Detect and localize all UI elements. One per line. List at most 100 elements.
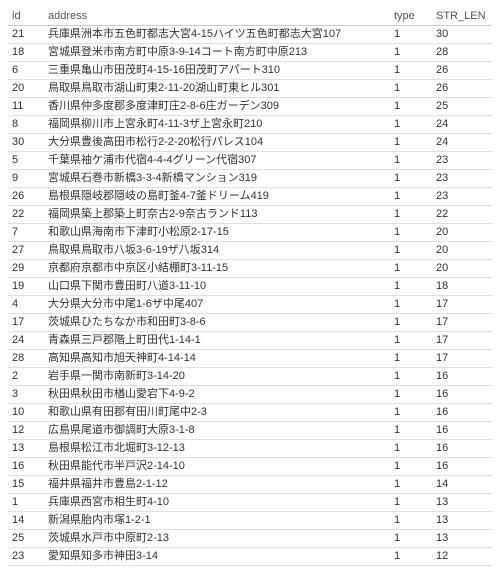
cell-type: 1 <box>390 224 432 242</box>
table-row[interactable]: 19山口県下関市豊田町八道3-11-10118 <box>8 278 492 296</box>
cell-type: 1 <box>390 206 432 224</box>
cell-id: 23 <box>8 548 44 566</box>
table-row[interactable]: 5千葉県袖ケ浦市代宿4-4-4グリーン代宿307123 <box>8 152 492 170</box>
cell-type: 1 <box>390 548 432 566</box>
table-row[interactable]: 27鳥取県鳥取市八坂3-6-19ザ八坂314120 <box>8 242 492 260</box>
cell-address: 青森県三戸郡階上町田代1-14-1 <box>44 332 390 350</box>
cell-type: 1 <box>390 98 432 116</box>
table-row[interactable]: 18宮城県登米市南方町中原3-9-14コート南方町中原213128 <box>8 44 492 62</box>
cell-strlen: 23 <box>432 152 492 170</box>
cell-id: 11 <box>8 98 44 116</box>
cell-type: 1 <box>390 530 432 548</box>
col-header-type[interactable]: type <box>390 8 432 26</box>
cell-type: 1 <box>390 152 432 170</box>
cell-id: 30 <box>8 134 44 152</box>
cell-strlen: 16 <box>432 458 492 476</box>
table-row[interactable]: 13島根県松江市北堀町3-12-13116 <box>8 440 492 458</box>
cell-strlen: 24 <box>432 116 492 134</box>
table-row[interactable]: 8福岡県柳川市上宮永町4-11-3ザ上宮永町210124 <box>8 116 492 134</box>
cell-address: 福岡県柳川市上宮永町4-11-3ザ上宮永町210 <box>44 116 390 134</box>
cell-type: 1 <box>390 242 432 260</box>
table-row[interactable]: 9宮城県石巻市新橋3-3-4新橋マンション319123 <box>8 170 492 188</box>
cell-strlen: 23 <box>432 170 492 188</box>
table-row[interactable]: 15福井県福井市豊島2-1-12114 <box>8 476 492 494</box>
cell-strlen: 12 <box>432 548 492 566</box>
table-row[interactable]: 29京都府京都市中京区小結棚町3-11-15120 <box>8 260 492 278</box>
cell-address: 広島県尾道市御調町大原3-1-8 <box>44 422 390 440</box>
cell-strlen: 16 <box>432 386 492 404</box>
cell-strlen: 16 <box>432 422 492 440</box>
cell-strlen: 26 <box>432 62 492 80</box>
cell-strlen: 17 <box>432 350 492 368</box>
cell-address: 愛知県知多市神田3-14 <box>44 548 390 566</box>
table-row[interactable]: 6三重県亀山市田茂町4-15-16田茂町アパート310126 <box>8 62 492 80</box>
cell-strlen: 16 <box>432 368 492 386</box>
table-row[interactable]: 3秋田県秋田市楢山愛宕下4-9-2116 <box>8 386 492 404</box>
data-table: id address type STR_LEN 21兵庫県洲本市五色町都志大宮4… <box>8 8 492 566</box>
cell-address: 宮城県登米市南方町中原3-9-14コート南方町中原213 <box>44 44 390 62</box>
cell-id: 24 <box>8 332 44 350</box>
table-row[interactable]: 22福岡県築上郡築上町奈古2-9奈古ランド113122 <box>8 206 492 224</box>
table-row[interactable]: 28高知県高知市旭天神町4-14-14117 <box>8 350 492 368</box>
cell-address: 秋田県能代市半戸沢2-14-10 <box>44 458 390 476</box>
cell-id: 2 <box>8 368 44 386</box>
cell-type: 1 <box>390 386 432 404</box>
cell-id: 28 <box>8 350 44 368</box>
cell-type: 1 <box>390 512 432 530</box>
table-row[interactable]: 1兵庫県西宮市相生町4-10113 <box>8 494 492 512</box>
cell-type: 1 <box>390 116 432 134</box>
cell-type: 1 <box>390 62 432 80</box>
cell-strlen: 24 <box>432 134 492 152</box>
col-header-id[interactable]: id <box>8 8 44 26</box>
table-row[interactable]: 24青森県三戸郡階上町田代1-14-1117 <box>8 332 492 350</box>
cell-id: 13 <box>8 440 44 458</box>
table-row[interactable]: 20鳥取県鳥取市湖山町東2-11-20湖山町東ヒル301126 <box>8 80 492 98</box>
cell-id: 20 <box>8 80 44 98</box>
cell-address: 山口県下関市豊田町八道3-11-10 <box>44 278 390 296</box>
cell-strlen: 20 <box>432 260 492 278</box>
cell-address: 兵庫県洲本市五色町都志大宮4-15ハイツ五色町都志大宮107 <box>44 26 390 44</box>
cell-id: 29 <box>8 260 44 278</box>
cell-type: 1 <box>390 296 432 314</box>
cell-address: 大分県大分市中尾1-6ザ中尾407 <box>44 296 390 314</box>
cell-address: 福岡県築上郡築上町奈古2-9奈古ランド113 <box>44 206 390 224</box>
col-header-address[interactable]: address <box>44 8 390 26</box>
cell-address: 高知県高知市旭天神町4-14-14 <box>44 350 390 368</box>
table-row[interactable]: 26島根県隠岐郡隠岐の島町釜4-7釜ドリーム419123 <box>8 188 492 206</box>
cell-address: 新潟県胎内市塚1-2-1 <box>44 512 390 530</box>
cell-id: 25 <box>8 530 44 548</box>
cell-id: 18 <box>8 44 44 62</box>
cell-type: 1 <box>390 134 432 152</box>
table-row[interactable]: 12広島県尾道市御調町大原3-1-8116 <box>8 422 492 440</box>
cell-type: 1 <box>390 278 432 296</box>
cell-address: 大分県豊後高田市松行2-2-20松行パレス104 <box>44 134 390 152</box>
cell-address: 兵庫県西宮市相生町4-10 <box>44 494 390 512</box>
table-row[interactable]: 16秋田県能代市半戸沢2-14-10116 <box>8 458 492 476</box>
cell-strlen: 17 <box>432 314 492 332</box>
table-row[interactable]: 4大分県大分市中尾1-6ザ中尾407117 <box>8 296 492 314</box>
table-body: 21兵庫県洲本市五色町都志大宮4-15ハイツ五色町都志大宮10713018宮城県… <box>8 26 492 566</box>
table-row[interactable]: 14新潟県胎内市塚1-2-1113 <box>8 512 492 530</box>
cell-strlen: 16 <box>432 404 492 422</box>
cell-strlen: 26 <box>432 80 492 98</box>
table-row[interactable]: 17茨城県ひたちなか市和田町3-8-6117 <box>8 314 492 332</box>
table-row[interactable]: 11香川県仲多度郡多度津町庄2-8-6庄ガーデン309125 <box>8 98 492 116</box>
table-row[interactable]: 7和歌山県海南市下津町小松原2-17-15120 <box>8 224 492 242</box>
cell-address: 和歌山県海南市下津町小松原2-17-15 <box>44 224 390 242</box>
cell-address: 福井県福井市豊島2-1-12 <box>44 476 390 494</box>
cell-strlen: 13 <box>432 530 492 548</box>
table-row[interactable]: 21兵庫県洲本市五色町都志大宮4-15ハイツ五色町都志大宮107130 <box>8 26 492 44</box>
cell-id: 22 <box>8 206 44 224</box>
table-row[interactable]: 30大分県豊後高田市松行2-2-20松行パレス104124 <box>8 134 492 152</box>
cell-id: 1 <box>8 494 44 512</box>
table-row[interactable]: 23愛知県知多市神田3-14112 <box>8 548 492 566</box>
table-row[interactable]: 2岩手県一関市南新町3-14-20116 <box>8 368 492 386</box>
cell-type: 1 <box>390 440 432 458</box>
cell-type: 1 <box>390 188 432 206</box>
cell-strlen: 16 <box>432 440 492 458</box>
col-header-strlen[interactable]: STR_LEN <box>432 8 492 26</box>
cell-strlen: 13 <box>432 512 492 530</box>
cell-type: 1 <box>390 332 432 350</box>
table-row[interactable]: 10和歌山県有田郡有田川町尾中2-3116 <box>8 404 492 422</box>
table-row[interactable]: 25茨城県水戸市中原町2-13113 <box>8 530 492 548</box>
